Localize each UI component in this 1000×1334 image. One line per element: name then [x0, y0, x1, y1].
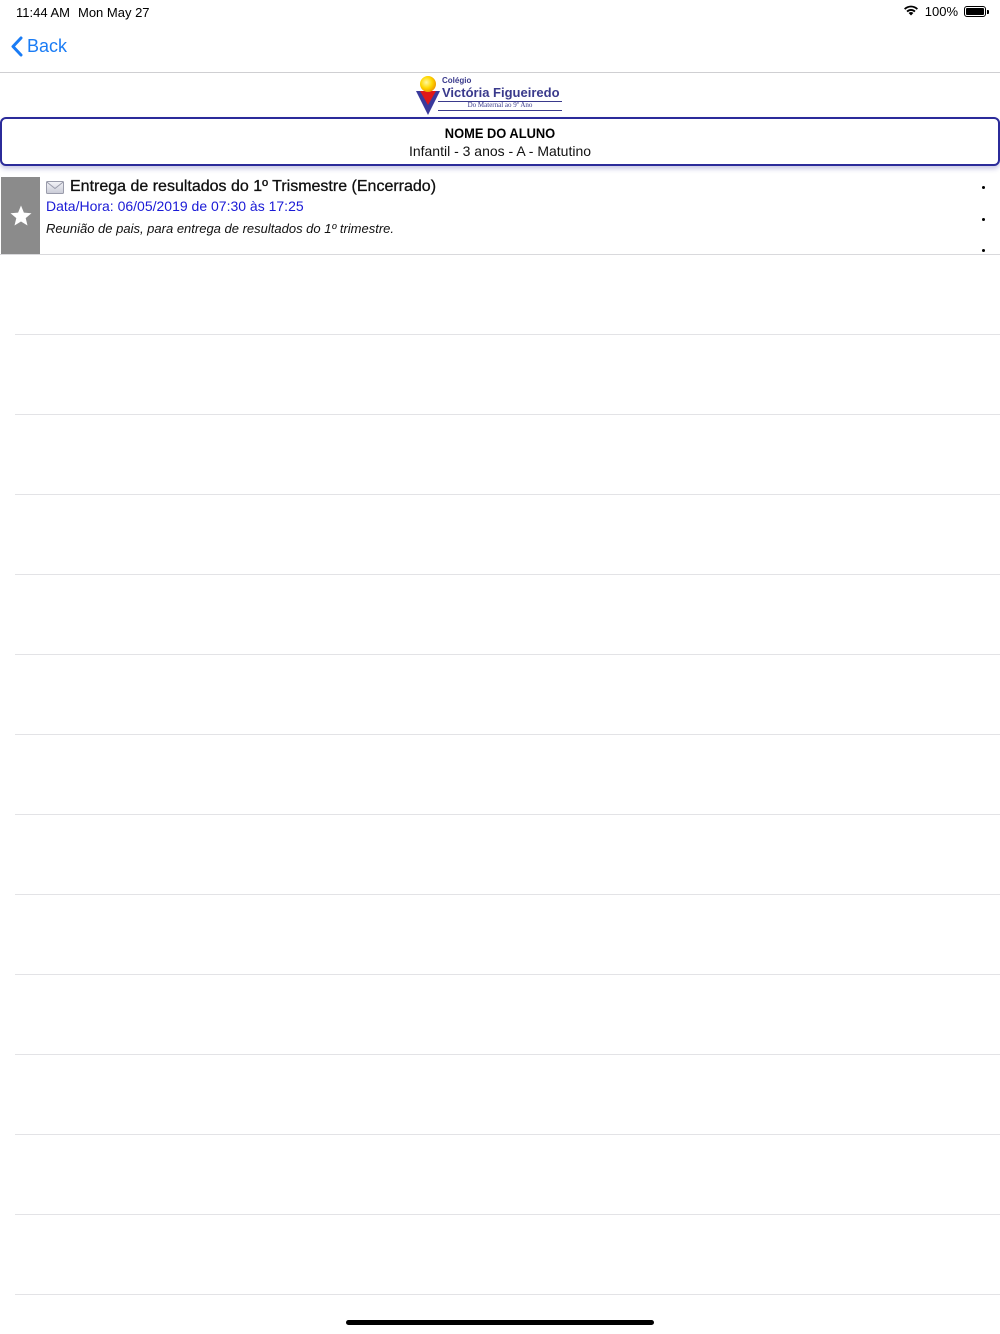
student-name: NOME DO ALUNO	[444, 125, 556, 141]
empty-row	[15, 335, 1000, 415]
wifi-icon	[903, 4, 919, 19]
back-label: Back	[27, 36, 68, 56]
event-datetime: Data/Hora: 06/05/2019 de 07:30 às 17:25	[46, 198, 304, 214]
event-list: Entrega de resultados do 1º Trismestre (…	[0, 176, 1000, 255]
empty-row	[15, 735, 1000, 815]
battery-icon	[964, 6, 989, 17]
home-indicator[interactable]	[346, 1320, 654, 1325]
empty-row	[15, 815, 1000, 895]
status-bar: 11:44 AM Mon May 27 100%	[0, 0, 1000, 24]
dot-icon	[981, 186, 985, 189]
nav-bar: Back	[0, 24, 1000, 73]
star-badge	[1, 177, 40, 254]
school-logo: Colégio Victória Figueiredo Do Maternal …	[408, 73, 574, 119]
empty-row	[15, 655, 1000, 735]
empty-row	[15, 895, 1000, 975]
logo-mark-icon	[416, 76, 440, 115]
star-icon	[10, 205, 31, 225]
status-time: 11:44 AM	[16, 5, 70, 20]
empty-row	[15, 1215, 1000, 1295]
empty-rows	[0, 255, 1000, 1295]
chevron-left-icon	[10, 36, 23, 57]
empty-row	[15, 495, 1000, 575]
logo-divider	[438, 110, 562, 111]
logo-name: Victória Figueiredo	[442, 85, 560, 100]
battery-fill	[966, 8, 984, 15]
empty-row	[15, 255, 1000, 335]
list-item[interactable]: Entrega de resultados do 1º Trismestre (…	[0, 176, 1000, 255]
dot-icon	[981, 249, 985, 252]
logo-tagline: Do Maternal ao 9º Ano	[467, 101, 533, 109]
status-right: 100%	[903, 4, 989, 19]
battery-percent: 100%	[924, 4, 958, 19]
empty-row	[15, 1135, 1000, 1215]
app-screen: 11:44 AM Mon May 27 100% Back Colégio Vi…	[0, 0, 1000, 1334]
event-description: Reunião de pais, para entrega de resulta…	[46, 221, 395, 236]
empty-row	[15, 1055, 1000, 1135]
battery-tip	[987, 10, 989, 14]
dot-icon	[981, 217, 985, 221]
empty-row	[15, 975, 1000, 1055]
logo-small-text: Colégio	[442, 76, 472, 85]
event-title-text: Entrega de resultados do 1º Trismestre (…	[70, 178, 437, 195]
student-class-info: Infantil - 3 anos - A - Matutino	[408, 143, 592, 159]
event-title: Entrega de resultados do 1º Trismestre (…	[46, 178, 436, 196]
empty-row	[15, 575, 1000, 655]
back-button[interactable]: Back	[10, 36, 67, 57]
student-card[interactable]: NOME DO ALUNO Infantil - 3 anos - A - Ma…	[0, 117, 1000, 166]
envelope-icon	[46, 180, 64, 194]
status-date: Mon May 27	[78, 5, 150, 20]
more-options-button[interactable]	[980, 186, 986, 252]
empty-row	[15, 415, 1000, 495]
